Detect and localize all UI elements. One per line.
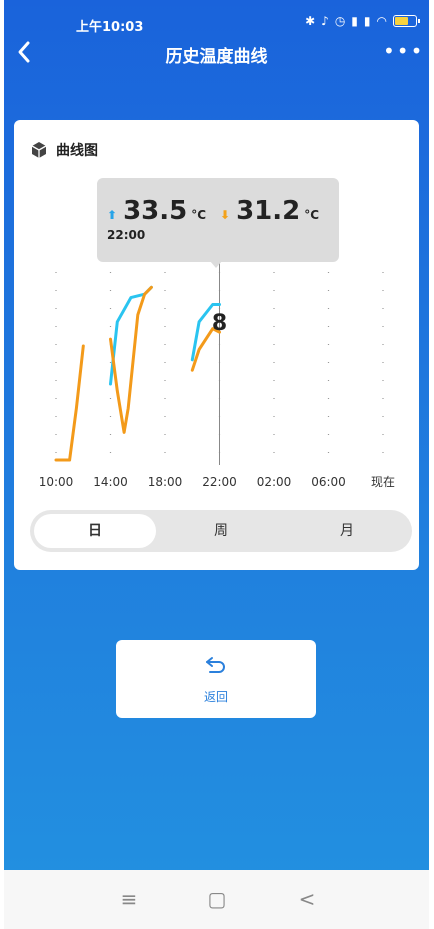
page-title: 历史温度曲线 (165, 47, 268, 67)
card-title: 曲线图 (56, 143, 98, 159)
period-selector: 日 周 月 (30, 510, 412, 552)
series-line-1-0 (54, 344, 85, 462)
tab-month[interactable]: 月 (286, 514, 408, 548)
card-header: 曲线图 (30, 140, 98, 160)
status-icons: ✱ ♪ ◷ ▮ ▮ ◠ (305, 14, 420, 28)
home-icon[interactable]: ▢ (202, 886, 232, 912)
chart-card: 曲线图 10:00 14:00 18:00 22:00 02:00 06:00 现在 8 ⬆ … (14, 120, 419, 570)
min-unit: °C (304, 208, 320, 222)
app-screen: 上午10:03 ✱ ♪ ◷ ▮ ▮ ◠ 历史温度曲线 ••• 曲线图 10:00… (4, 0, 429, 929)
system-nav-bar: ≡ ▢ < (4, 870, 429, 929)
max-arrow-icon: ⬆ (107, 208, 118, 222)
return-button[interactable]: 返回 (116, 640, 316, 718)
x-tick-label: 18:00 (148, 475, 183, 489)
min-arrow-icon: ⬇ (220, 208, 231, 222)
alarm-off-icon: ♪ (321, 14, 329, 28)
undo-icon (206, 657, 225, 673)
x-tick-label: 02:00 (257, 475, 292, 489)
status-time: 上午10:03 (76, 20, 144, 35)
cube-icon (31, 142, 47, 158)
x-tick-label: 06:00 (311, 475, 346, 489)
signal-icon: ▮ (363, 14, 371, 28)
series-line-1-1 (109, 285, 153, 434)
return-label: 返回 (203, 690, 228, 704)
chart-tooltip: ⬆ 33.5 °C ⬇ 31.2 °C 22:00 (97, 178, 339, 262)
back-nav-icon[interactable]: < (292, 886, 322, 912)
temperature-chart[interactable]: 10:00 14:00 18:00 22:00 02:00 06:00 现在 8 (14, 260, 419, 500)
cursor-label: 8 (212, 311, 227, 336)
tooltip-values: ⬆ 33.5 °C ⬇ 31.2 °C (107, 196, 319, 226)
x-tick-label: 现在 (371, 475, 395, 489)
menu-icon[interactable]: ≡ (114, 886, 144, 912)
nav-bar: 历史温度曲线 ••• (4, 36, 429, 72)
tab-day[interactable]: 日 (34, 514, 156, 548)
alarm-icon: ◷ (334, 14, 346, 28)
min-temperature: 31.2 (236, 196, 301, 226)
max-unit: °C (191, 208, 207, 222)
wifi-icon: ◠ (376, 14, 387, 28)
status-bar: 上午10:03 ✱ ♪ ◷ ▮ ▮ ◠ (4, 0, 429, 40)
x-tick-label: 22:00 (202, 475, 237, 489)
more-dots-icon[interactable]: ••• (383, 36, 423, 66)
tooltip-time: 22:00 (107, 228, 146, 242)
max-temperature: 33.5 (123, 196, 188, 226)
hd-signal-icon: ▮ (351, 14, 358, 28)
tab-week[interactable]: 周 (160, 514, 282, 548)
bluetooth-icon: ✱ (305, 14, 316, 28)
tooltip-pointer (210, 261, 222, 268)
x-tick-label: 14:00 (93, 475, 128, 489)
battery-icon (393, 15, 420, 27)
x-tick-label: 10:00 (39, 475, 74, 489)
